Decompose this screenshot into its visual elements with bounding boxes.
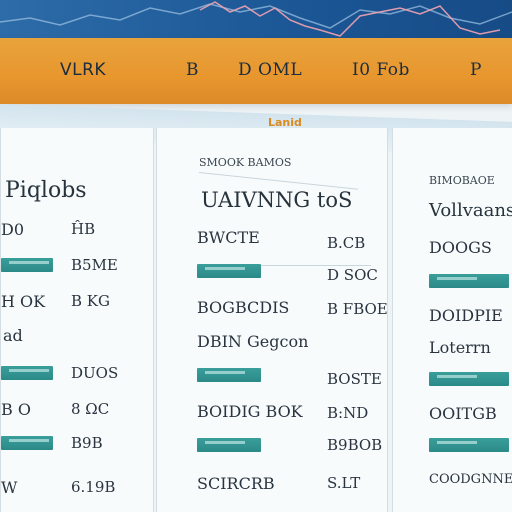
- table-cell: B5ME: [71, 256, 118, 274]
- table-cell: DOOGS: [429, 238, 492, 257]
- column-3-title: Vollvaanse: [429, 200, 512, 221]
- table-cell: B KG: [71, 292, 110, 310]
- table-cell: Loterrn: [429, 338, 491, 357]
- column-2-title: UAIVNNG toS: [201, 188, 353, 212]
- table-cell: DUOS: [71, 364, 119, 382]
- table-cell: B9BOB: [327, 436, 383, 454]
- row-highlight[interactable]: [429, 372, 509, 386]
- table-cell: COODGNNE: [429, 472, 512, 487]
- table-cell: ad: [3, 326, 23, 345]
- table-cell: DOIDPIE: [429, 306, 503, 325]
- table-cell: B.CB: [327, 234, 366, 252]
- nav-item-2[interactable]: D OML: [238, 60, 302, 80]
- table-cell: B9B: [71, 434, 103, 452]
- table-cell: B O: [1, 400, 31, 419]
- table-cell: OOITGB: [429, 404, 497, 423]
- app-logo[interactable]: VLRK: [60, 60, 106, 80]
- table-cell: D SOC: [327, 266, 378, 284]
- column-2: SMOOK BAMOS UAIVNNG toS BWCTE B.CB D SOC…: [156, 128, 388, 512]
- table-cell: ĤB: [71, 220, 96, 238]
- column-2-caption: SMOOK BAMOS: [199, 156, 292, 169]
- row-highlight[interactable]: [429, 274, 509, 288]
- row-highlight[interactable]: [429, 438, 509, 452]
- row-highlight[interactable]: [1, 436, 53, 450]
- table-cell: H OK: [1, 292, 46, 311]
- table-cell: 8 ΩC: [71, 400, 110, 418]
- table-cell: 6.19B: [71, 478, 116, 496]
- table-cell: W: [1, 478, 18, 497]
- table-cell: S.LT: [327, 474, 361, 492]
- column-1: Piqlobs D0 ĤB B5ME H OK B KG ad DUOS B …: [0, 128, 154, 512]
- top-nav-bar: VLRK B D OML I0 Fob P: [0, 38, 512, 104]
- table-cell: B FBOE: [327, 300, 388, 318]
- row-highlight[interactable]: [197, 368, 261, 382]
- nav-item-4[interactable]: P: [470, 60, 482, 80]
- row-highlight[interactable]: [197, 438, 261, 452]
- row-highlight[interactable]: [197, 264, 261, 278]
- column-3: BIMOBAOE Vollvaanse DOOGS DOIDPIE Loterr…: [392, 128, 512, 512]
- column-1-title: Piqlobs: [5, 178, 87, 203]
- chart-band: [0, 0, 512, 40]
- table-cell: SCIRCRB: [197, 474, 275, 493]
- nav-item-3[interactable]: I0 Fob: [352, 60, 410, 80]
- table-cell: BWCTE: [197, 228, 260, 247]
- column-3-caption: BIMOBAOE: [429, 174, 495, 187]
- table-cell: BOIDIG BOK: [197, 402, 303, 421]
- table-cell: DBIN Gegcon: [197, 332, 309, 351]
- nav-item-1[interactable]: B: [186, 60, 199, 80]
- row-highlight[interactable]: [1, 366, 53, 380]
- row-highlight[interactable]: [1, 258, 53, 272]
- table-cell: BOSTE: [327, 370, 382, 388]
- table-cell: D0: [1, 220, 25, 239]
- table-cell: B:ND: [327, 404, 369, 422]
- table-cell: BOGBCDIS: [197, 298, 290, 317]
